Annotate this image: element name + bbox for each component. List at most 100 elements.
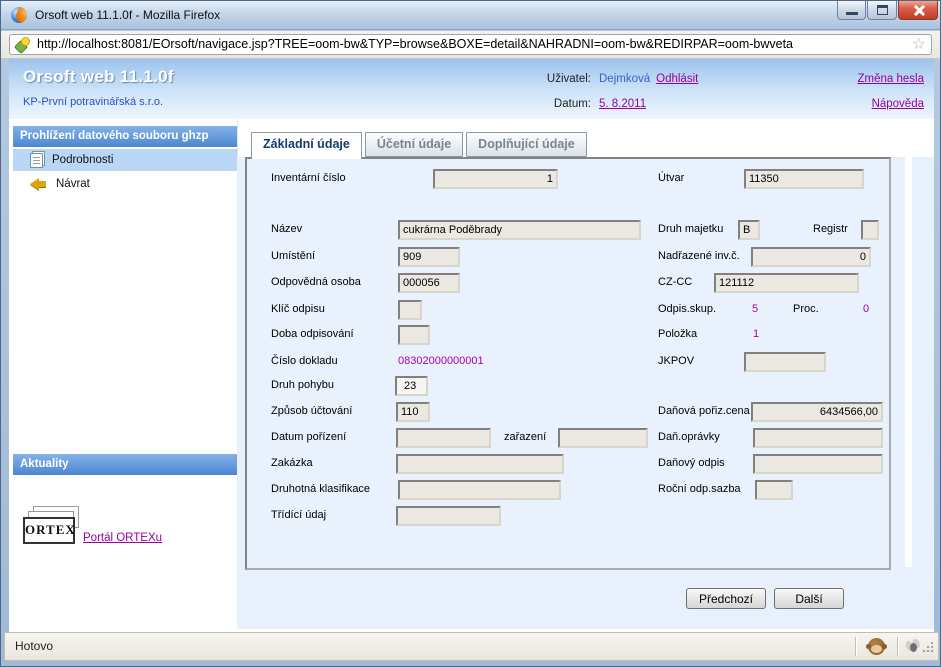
field-cz-cc[interactable]: 121112 (714, 273, 859, 293)
previous-button[interactable]: Předchozí (686, 588, 766, 609)
label-druh-majetku: Druh majetku (658, 223, 723, 235)
company-name: KP-První potravinářská s.r.o. (23, 96, 163, 108)
field-tridici-udaj[interactable] (396, 506, 501, 526)
label-utvar: Útvar (658, 172, 684, 184)
value-proc: 0 (863, 303, 869, 315)
label-danovy-odpis: Daňový odpis (658, 457, 725, 469)
label-datum-porizeni: Datum pořízení (271, 431, 346, 443)
ortex-logo-text: ORTEX (23, 517, 75, 544)
monkey-icon[interactable] (868, 638, 885, 655)
label-cz-cc: CZ-CC (658, 276, 692, 288)
url-text: http://localhost:8081/EOrsoft/navigace.j… (37, 35, 793, 54)
browser-window: Orsoft web 11.1.0f - Mozilla Firefox htt… (0, 0, 941, 667)
label-cislo-dokladu: Číslo dokladu (271, 355, 338, 367)
label-nadrazene-inv-c: Nadřazené inv.č. (658, 250, 740, 262)
tab-zakladni-udaje[interactable]: Základní údaje (251, 132, 362, 159)
statusbar-divider (897, 637, 898, 656)
field-registr[interactable] (861, 220, 879, 240)
field-zpusob-uctovani[interactable]: 110 (396, 402, 430, 422)
field-druh-pohybu[interactable]: 23 (395, 376, 428, 396)
form-panel: Inventární číslo 1 Název cukrárna Poděbr… (245, 157, 891, 570)
field-jkpov[interactable] (744, 352, 826, 372)
page-favicon-icon (15, 37, 31, 53)
field-rocni-odp-sazba[interactable] (755, 480, 793, 500)
field-dan-opravky[interactable] (753, 428, 883, 448)
tab-doplnujici-udaje[interactable]: Doplňující údaje (466, 132, 587, 157)
value-odpis-skup: 5 (752, 303, 758, 315)
status-bar: Hotovo (4, 632, 939, 661)
back-arrow-icon (30, 178, 47, 190)
field-druh-majetku[interactable]: B (738, 220, 760, 240)
firefox-icon (11, 7, 27, 23)
sidebar-item-navrat[interactable]: Návrat (13, 173, 237, 195)
field-doba-odpisovani[interactable] (398, 325, 430, 345)
window-title: Orsoft web 11.1.0f - Mozilla Firefox (35, 1, 220, 29)
minimize-icon (846, 12, 858, 15)
field-zakazka[interactable] (396, 454, 564, 474)
value-cislo-dokladu: 08302000000001 (398, 355, 484, 367)
field-danova-poriz-cena[interactable]: 6434566,00 (751, 402, 883, 422)
content-right-gap (905, 157, 912, 567)
label-druhotna-klasifikace: Druhotná klasifikace (271, 483, 370, 495)
label-druh-pohybu: Druh pohybu (271, 379, 334, 391)
app-title: Orsoft web 11.1.0f (23, 67, 174, 87)
label-polozka: Položka (658, 328, 697, 340)
portal-ortexu-link[interactable]: Portál ORTEXu (83, 532, 162, 544)
label-jkpov: JKPOV (658, 355, 694, 367)
label-odpovedna-osoba: Odpovědná osoba (271, 276, 361, 288)
field-danovy-odpis[interactable] (753, 454, 883, 474)
user-row: Uživatel: Dejmková Odhlásit (501, 73, 698, 85)
change-password-link[interactable]: Změna hesla (858, 73, 924, 85)
label-umisteni: Umístění (271, 250, 315, 262)
bookmark-star-icon[interactable]: ☆ (912, 34, 926, 55)
titlebar[interactable]: Orsoft web 11.1.0f - Mozilla Firefox (1, 1, 940, 30)
label-registr: Registr (813, 223, 848, 235)
url-input[interactable]: http://localhost:8081/EOrsoft/navigace.j… (9, 34, 932, 55)
next-button[interactable]: Další (774, 588, 844, 609)
minimize-button[interactable] (837, 1, 866, 20)
maximize-button[interactable] (867, 1, 897, 20)
app-header: Orsoft web 11.1.0f KP-První potravinářsk… (9, 59, 934, 119)
ortex-logo[interactable]: ORTEX (23, 506, 85, 548)
close-button[interactable] (898, 1, 938, 20)
field-odpovedna-osoba[interactable]: 000056 (398, 273, 460, 293)
field-druhotna-klasifikace[interactable] (398, 480, 561, 500)
date-label: Datum: (501, 98, 591, 110)
field-inventarni-cislo[interactable]: 1 (433, 169, 558, 189)
close-icon (913, 4, 925, 17)
field-umisteni[interactable]: 909 (398, 247, 460, 267)
user-label: Uživatel: (501, 73, 591, 85)
field-datum-porizeni[interactable] (396, 428, 491, 448)
status-text: Hotovo (15, 633, 53, 659)
label-odpis-skup: Odpis.skup. (658, 303, 716, 315)
user-name: Dejmková (599, 73, 650, 85)
sidebar-item-label: Podrobnosti (52, 154, 113, 166)
logout-link[interactable]: Odhlásit (656, 73, 698, 85)
help-link[interactable]: Nápověda (872, 98, 924, 110)
browser-toolbar: http://localhost:8081/EOrsoft/navigace.j… (1, 31, 940, 59)
sidebar-browse-header-text: Prohlížení datového souboru ghzp (20, 130, 208, 142)
label-danova-poriz-cena: Daňová pořiz.cena (658, 405, 750, 417)
date-row: Datum: 5. 8.2011 (501, 98, 646, 110)
date-link[interactable]: 5. 8.2011 (599, 98, 646, 110)
bug-icon[interactable] (904, 640, 922, 654)
label-proc: Proc. (793, 303, 819, 315)
statusbar-divider (855, 637, 856, 656)
sidebar-section-news: Aktuality (13, 454, 237, 475)
tab-ucetni-udaje[interactable]: Účetní údaje (365, 132, 463, 157)
field-utvar[interactable]: 11350 (744, 169, 864, 189)
field-klic-odpisu[interactable] (398, 300, 422, 320)
field-nadrazene-inv-c[interactable]: 0 (751, 247, 871, 267)
sidebar-item-podrobnosti[interactable]: Podrobnosti (13, 149, 237, 171)
label-nazev: Název (271, 223, 302, 235)
label-zakazka: Zakázka (271, 457, 313, 469)
field-zarazeni[interactable] (558, 428, 648, 448)
label-klic-odpisu: Klíč odpisu (271, 303, 325, 315)
label-zpusob-uctovani: Způsob účtování (271, 405, 352, 417)
label-rocni-odp-sazba: Roční odp.sazba (658, 483, 741, 495)
label-tridici-udaj: Třídící údaj (271, 509, 326, 521)
resize-grip[interactable] (921, 640, 935, 654)
field-nazev[interactable]: cukrárna Poděbrady (398, 220, 641, 240)
value-polozka: 1 (753, 328, 759, 340)
tab-bar: Základní údaje Účetní údaje Doplňující ú… (251, 132, 590, 159)
